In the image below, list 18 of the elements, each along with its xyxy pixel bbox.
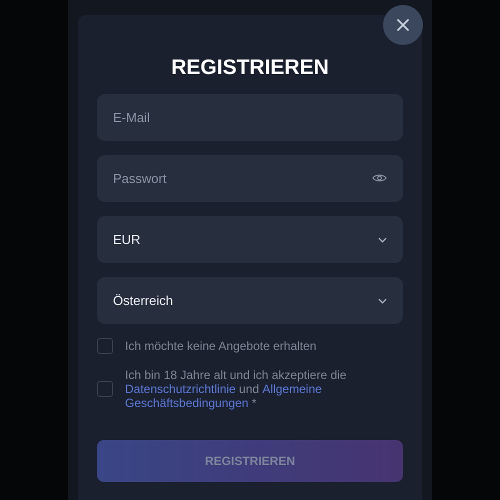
select-field[interactable]: EUR [97,216,403,263]
select-value: Österreich [113,293,174,308]
terms-link[interactable]: Allgemeine [262,382,322,396]
checkbox-label: Ich bin 18 Jahre alt und ich akzeptiere die Datenschutzrichtlinie und Allgemeine Geschäftsbedingungen * [125,368,348,410]
select-value: EUR [113,232,142,247]
eye-icon[interactable] [372,173,387,183]
select-field[interactable]: Österreich [97,277,403,324]
password-field[interactable]: Passwort [97,155,403,202]
terms-link[interactable]: Datenschutzrichtlinie [125,382,236,396]
checkbox-label: Ich möchte keine Angebote erhalten [125,339,316,353]
input-field[interactable]: E-Mail [97,94,403,141]
checkbox[interactable] [97,381,113,397]
dialog-title: REGISTRIEREN [170,55,330,81]
chevron-down-icon [378,298,387,304]
close-icon [396,18,410,32]
terms-link[interactable]: Geschäftsbedingungen [125,396,248,410]
checkbox[interactable] [97,338,113,354]
chevron-down-icon [378,236,387,242]
